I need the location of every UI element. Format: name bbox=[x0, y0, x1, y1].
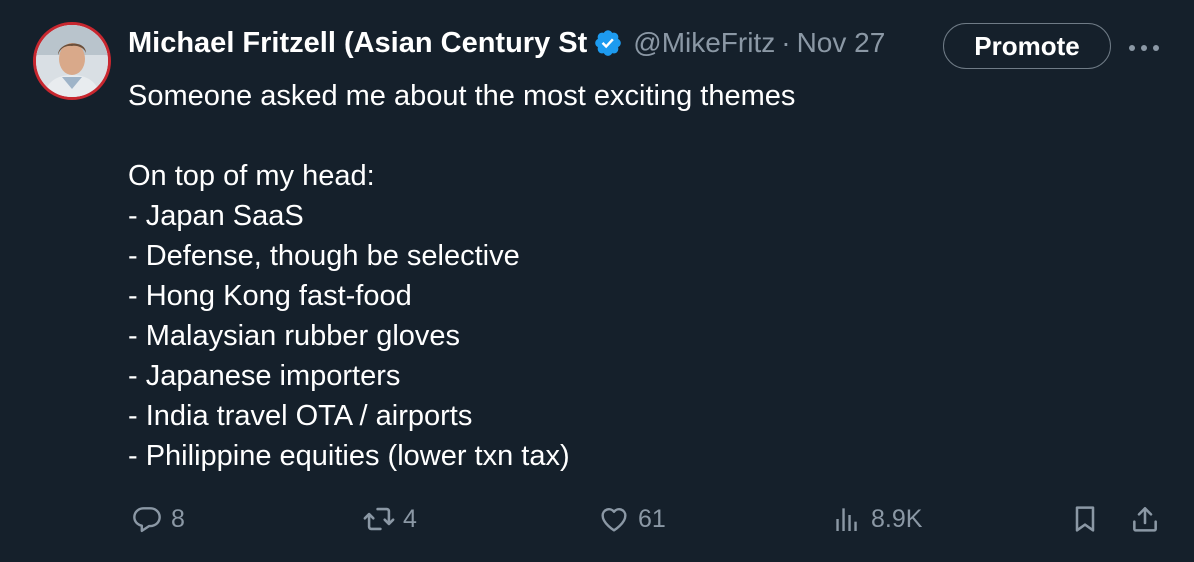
reply-button[interactable]: 8 bbox=[130, 500, 185, 538]
separator-dot: · bbox=[781, 27, 791, 58]
author-name[interactable]: Michael Fritzell (Asian Century St bbox=[128, 27, 587, 60]
tweet-line: - Defense, though be selective bbox=[128, 240, 520, 272]
reply-count: 8 bbox=[171, 504, 185, 533]
tweet-text: Someone asked me about the most exciting… bbox=[128, 76, 1148, 476]
views-icon bbox=[830, 502, 864, 536]
views-button[interactable]: 8.9K bbox=[830, 500, 922, 538]
avatar-image bbox=[36, 25, 108, 97]
repost-count: 4 bbox=[403, 504, 417, 533]
tweet-line: - Japanese importers bbox=[128, 360, 401, 392]
tweet-line: - India travel OTA / airports bbox=[128, 400, 473, 432]
avatar[interactable] bbox=[33, 22, 111, 100]
tweet-date[interactable]: Nov 27 bbox=[797, 27, 886, 59]
tweet-line: - Japan SaaS bbox=[128, 200, 304, 232]
repost-icon bbox=[362, 502, 396, 536]
bookmark-icon bbox=[1068, 502, 1102, 536]
bookmark-button[interactable] bbox=[1068, 500, 1102, 538]
like-icon bbox=[597, 502, 631, 536]
tweet-line: - Malaysian rubber gloves bbox=[128, 320, 461, 352]
tweet-line: - Philippine equities (lower txn tax) bbox=[128, 440, 570, 472]
more-icon[interactable] bbox=[1126, 36, 1162, 60]
repost-button[interactable]: 4 bbox=[362, 500, 417, 538]
like-button[interactable]: 61 bbox=[597, 500, 666, 538]
views-count: 8.9K bbox=[871, 504, 923, 533]
tweet-header: Michael Fritzell (Asian Century St @Mike… bbox=[128, 20, 885, 66]
like-count: 61 bbox=[638, 504, 666, 533]
tweet-line: Someone asked me about the most exciting… bbox=[128, 80, 796, 112]
tweet-line bbox=[128, 116, 1148, 156]
promote-button[interactable]: Promote bbox=[943, 23, 1111, 69]
reply-icon bbox=[130, 502, 164, 536]
tweet-line: On top of my head: bbox=[128, 160, 375, 192]
share-button[interactable] bbox=[1128, 500, 1162, 538]
share-icon bbox=[1128, 502, 1162, 536]
tweet-line: - Hong Kong fast-food bbox=[128, 280, 412, 312]
verified-badge-icon[interactable] bbox=[593, 28, 623, 58]
author-handle[interactable]: @MikeFritz bbox=[633, 27, 775, 59]
